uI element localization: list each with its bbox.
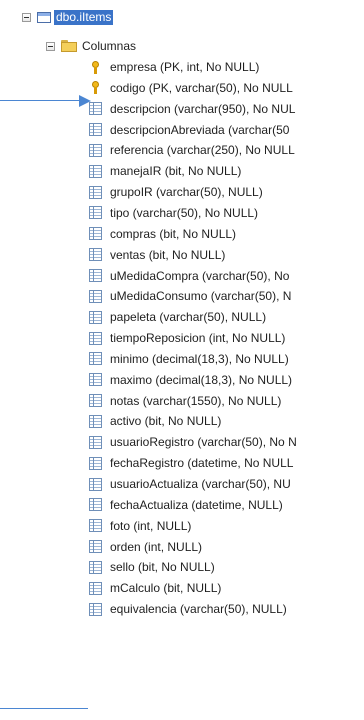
column-item[interactable]: fechaRegistro (datetime, No NULL [89,453,293,473]
column-label[interactable]: foto (int, NULL) [110,519,191,533]
column-icon [89,352,102,366]
bottom-pointer-line [0,708,88,709]
column-label[interactable]: usuarioActualiza (varchar(50), NU [110,477,291,491]
column-label[interactable]: papeleta (varchar(50), NULL) [110,310,266,324]
column-label[interactable]: codigo (PK, varchar(50), No NULL [110,81,293,95]
column-icon [89,394,102,408]
column-icon [89,248,102,262]
object-explorer-tree: dbo.iItems Columnas empresa (PK, int, No… [0,0,364,720]
column-icon [89,435,102,449]
column-icon [89,164,102,178]
column-icon [89,602,102,616]
column-label[interactable]: uMedidaConsumo (varchar(50), N [110,289,291,303]
column-icon [89,414,102,428]
column-label[interactable]: grupoIR (varchar(50), NULL) [110,185,263,199]
column-item[interactable]: ventas (bit, No NULL) [89,245,225,265]
column-item[interactable]: orden (int, NULL) [89,537,202,557]
column-item[interactable]: descripcionAbreviada (varchar(50 [89,120,289,140]
column-icon [89,227,102,241]
column-item[interactable]: uMedidaConsumo (varchar(50), N [89,286,291,306]
folder-icon [61,40,77,52]
column-label[interactable]: equivalencia (varchar(50), NULL) [110,602,287,616]
column-icon [89,456,102,470]
collapse-icon[interactable] [22,12,31,22]
column-label[interactable]: fechaRegistro (datetime, No NULL [110,456,293,470]
column-icon [89,540,102,554]
column-icon [89,331,102,345]
column-item[interactable]: referencia (varchar(250), No NULL [89,140,295,160]
column-label[interactable]: uMedidaCompra (varchar(50), No [110,269,289,283]
column-item[interactable]: usuarioRegistro (varchar(50), No N [89,432,297,452]
column-item[interactable]: activo (bit, No NULL) [89,411,221,431]
column-item[interactable]: codigo (PK, varchar(50), No NULL [89,78,293,98]
column-icon [89,143,102,157]
column-item[interactable]: foto (int, NULL) [89,516,191,536]
column-item[interactable]: descripcion (varchar(950), No NUL [89,99,295,119]
column-item[interactable]: fechaActualiza (datetime, NULL) [89,495,283,515]
column-icon [89,269,102,282]
collapse-icon[interactable] [46,41,55,51]
column-item[interactable]: tiempoReposicion (int, No NULL) [89,328,285,348]
table-node-label[interactable]: dbo.iItems [54,9,114,25]
column-item[interactable]: mCalculo (bit, NULL) [89,578,221,598]
column-icon [89,185,102,199]
column-icon [89,373,102,387]
column-label[interactable]: orden (int, NULL) [110,540,202,554]
column-icon [89,498,102,512]
column-item[interactable]: manejaIR (bit, No NULL) [89,161,241,181]
column-icon [89,206,102,220]
column-icon [89,289,102,303]
column-label[interactable]: empresa (PK, int, No NULL) [110,60,259,74]
column-item[interactable]: grupoIR (varchar(50), NULL) [89,182,263,202]
column-item[interactable]: tipo (varchar(50), No NULL) [89,203,258,223]
column-icon [89,310,102,324]
columns-folder-node[interactable]: Columnas [46,37,136,55]
key-icon [89,60,102,74]
column-icon [89,519,102,533]
column-label[interactable]: descripcionAbreviada (varchar(50 [110,123,289,137]
column-item[interactable]: equivalencia (varchar(50), NULL) [89,599,287,619]
column-label[interactable]: ventas (bit, No NULL) [110,248,225,262]
column-label[interactable]: activo (bit, No NULL) [110,414,221,428]
column-item[interactable]: sello (bit, No NULL) [89,557,215,577]
column-label[interactable]: notas (varchar(1550), No NULL) [110,394,281,408]
column-label[interactable]: maximo (decimal(18,3), No NULL) [110,373,292,387]
table-node[interactable]: dbo.iItems [22,8,114,26]
column-item[interactable]: papeleta (varchar(50), NULL) [89,307,266,327]
column-item[interactable]: compras (bit, No NULL) [89,224,236,244]
column-icon [89,123,102,137]
column-icon [89,560,102,574]
column-item[interactable]: minimo (decimal(18,3), No NULL) [89,349,289,369]
column-label[interactable]: tiempoReposicion (int, No NULL) [110,331,285,345]
column-icon [89,477,102,491]
column-item[interactable]: uMedidaCompra (varchar(50), No [89,266,289,286]
column-label[interactable]: mCalculo (bit, NULL) [110,581,221,595]
table-icon [37,11,51,23]
column-item[interactable]: usuarioActualiza (varchar(50), NU [89,474,291,494]
column-label[interactable]: minimo (decimal(18,3), No NULL) [110,352,289,366]
column-label[interactable]: tipo (varchar(50), No NULL) [110,206,258,220]
pointer-head-icon [79,95,91,107]
columns-folder-label[interactable]: Columnas [82,39,136,53]
column-label[interactable]: fechaActualiza (datetime, NULL) [110,498,283,512]
column-icon [89,581,102,595]
column-label[interactable]: manejaIR (bit, No NULL) [110,164,241,178]
key-icon [89,81,102,95]
column-label[interactable]: sello (bit, No NULL) [110,560,215,574]
column-item[interactable]: empresa (PK, int, No NULL) [89,57,259,77]
column-label[interactable]: referencia (varchar(250), No NULL [110,143,295,157]
pointer-line [0,100,80,101]
column-item[interactable]: maximo (decimal(18,3), No NULL) [89,370,292,390]
column-label[interactable]: usuarioRegistro (varchar(50), No N [110,435,297,449]
pointer-arrow-icon [0,95,92,107]
column-label[interactable]: compras (bit, No NULL) [110,227,236,241]
column-item[interactable]: notas (varchar(1550), No NULL) [89,391,281,411]
column-label[interactable]: descripcion (varchar(950), No NUL [110,102,295,116]
